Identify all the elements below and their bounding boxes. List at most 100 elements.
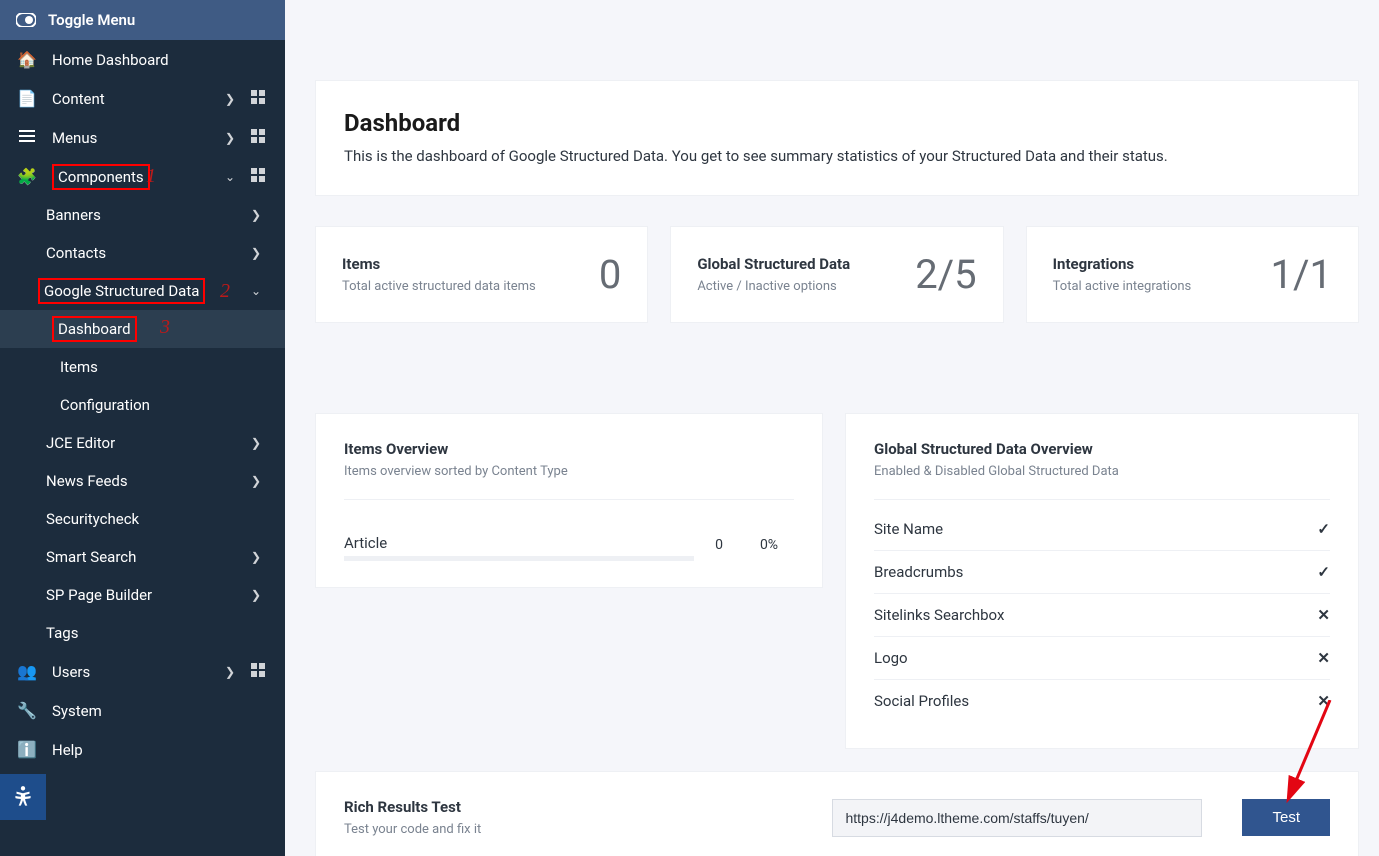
sidebar-subitem-sp[interactable]: SP Page Builder ❯ [0,576,285,614]
sidebar-item-label: Google Structured Data [38,282,251,300]
page-title: Dashboard [344,109,1330,137]
sidebar-subitem-jce[interactable]: JCE Editor ❯ [0,424,285,462]
toggle-menu-button[interactable]: Toggle Menu [0,0,285,40]
sidebar-item-components[interactable]: 🧩 Components 1 ⌄ [0,157,285,196]
panel-subtitle: Items overview sorted by Content Type [344,464,794,500]
global-row-breadcrumbs: Breadcrumbs [874,551,1330,594]
global-overview-panel: Global Structured Data Overview Enabled … [845,413,1359,749]
panel-subtitle: Enabled & Disabled Global Structured Dat… [874,464,1330,500]
panel-title: Global Structured Data Overview [874,440,1330,458]
grid-icon[interactable] [251,90,269,108]
test-button[interactable]: Test [1242,799,1330,836]
sidebar-subitem-gsd[interactable]: Google Structured Data 2 ⌄ [0,272,285,310]
stat-subtitle: Total active structured data items [342,279,536,294]
stat-title: Global Structured Data [697,255,850,273]
content-type-percent: 0% [744,537,794,553]
global-row-sitename: Site Name [874,508,1330,551]
sidebar-item-content[interactable]: 📄 Content ❯ [0,79,285,118]
chevron-down-icon: ⌄ [251,284,261,298]
grid-icon[interactable] [251,168,269,186]
sidebar-item-label: SP Page Builder [46,586,251,604]
panel-title: Items Overview [344,440,794,458]
chevron-right-icon: ❯ [225,665,237,679]
check-icon [1317,520,1330,538]
file-icon: 📄 [16,89,38,108]
stat-subtitle: Total active integrations [1053,279,1192,294]
sidebar-item-label: Securitycheck [46,510,269,528]
chevron-right-icon: ❯ [251,436,261,450]
sidebar-subitem-tags[interactable]: Tags [0,614,285,652]
accessibility-widget[interactable] [0,774,46,820]
sidebar-item-label: System [52,702,269,720]
sidebar-subitem-gsd-config[interactable]: Configuration [0,386,285,424]
sidebar-subitem-banners[interactable]: Banners ❯ [0,196,285,234]
rich-results-test-panel: Rich Results Test Test your code and fix… [315,771,1359,856]
sidebar-item-help[interactable]: ℹ️ Help [0,730,285,769]
overview-panels: Items Overview Items overview sorted by … [315,413,1359,749]
overview-article-row: Article 0 0% [344,508,794,561]
stat-card-integrations[interactable]: Integrations Total active integrations 1… [1026,226,1359,323]
sidebar-subitem-gsd-items[interactable]: Items [0,348,285,386]
sidebar-item-label: Content [52,90,211,108]
sidebar-item-users[interactable]: 👥 Users ❯ [0,652,285,691]
stat-card-global[interactable]: Global Structured Data Active / Inactive… [670,226,1003,323]
global-row-label: Breadcrumbs [874,563,1317,581]
home-icon: 🏠 [16,50,38,69]
sidebar-item-label: Items [60,358,98,376]
sidebar-subitem-smart[interactable]: Smart Search ❯ [0,538,285,576]
global-row-label: Sitelinks Searchbox [874,606,1317,624]
sidebar-subitem-contacts[interactable]: Contacts ❯ [0,234,285,272]
sidebar-item-label: Components [52,168,211,186]
puzzle-icon: 🧩 [16,167,38,186]
grid-icon[interactable] [251,129,269,147]
chevron-right-icon: ❯ [225,131,237,145]
chevron-down-icon: ⌄ [225,170,237,184]
stat-card-items[interactable]: Items Total active structured data items… [315,226,648,323]
xmark-icon [1317,606,1330,624]
stat-value: 0 [599,251,621,298]
annotation-highlight-2: Google Structured Data [38,278,205,304]
sidebar-item-label: Contacts [46,244,251,262]
sidebar-item-label: Tags [46,624,269,642]
sidebar-item-label: Menus [52,129,211,147]
stat-title: Integrations [1053,255,1192,273]
sidebar-item-system[interactable]: 🔧 System [0,691,285,730]
annotation-number-2: 2 [220,280,230,303]
sidebar-item-home[interactable]: 🏠 Home Dashboard [0,40,285,79]
toggle-icon [16,10,36,30]
sidebar-item-label: Dashboard [58,320,131,338]
chevron-right-icon: ❯ [251,474,261,488]
annotation-highlight-3: Dashboard [52,316,137,342]
list-icon [16,128,38,147]
annotation-number-1: 1 [146,165,156,188]
chevron-right-icon: ❯ [251,246,261,260]
sidebar-subitem-security[interactable]: Securitycheck [0,500,285,538]
global-row-label: Social Profiles [874,692,1317,710]
stats-row: Items Total active structured data items… [315,226,1359,323]
test-url-input[interactable] [832,799,1202,837]
content-type-name: Article [344,534,694,556]
chevron-right-icon: ❯ [251,208,261,222]
global-row-social: Social Profiles [874,680,1330,722]
main-content: Dashboard This is the dashboard of Googl… [285,0,1379,856]
sidebar-subitem-gsd-dashboard[interactable]: Dashboard 3 [0,310,285,348]
toggle-menu-label: Toggle Menu [48,11,135,29]
annotation-number-3: 3 [160,316,170,339]
sidebar-item-label: JCE Editor [46,434,251,452]
global-row-logo: Logo [874,637,1330,680]
sidebar-item-label: News Feeds [46,472,251,490]
chevron-right-icon: ❯ [251,588,261,602]
sidebar-subitem-news[interactable]: News Feeds ❯ [0,462,285,500]
stat-value: 1/1 [1271,251,1332,298]
grid-icon[interactable] [251,663,269,681]
global-row-label: Site Name [874,520,1317,538]
sidebar-item-menus[interactable]: Menus ❯ [0,118,285,157]
page-subtitle: This is the dashboard of Google Structur… [344,147,1330,165]
stat-subtitle: Active / Inactive options [697,279,850,294]
info-icon: ℹ️ [16,740,38,759]
progress-bar [344,556,694,561]
sidebar-item-label: Smart Search [46,548,251,566]
chevron-right-icon: ❯ [225,92,237,106]
global-row-sitelinks: Sitelinks Searchbox [874,594,1330,637]
xmark-icon [1317,649,1330,667]
